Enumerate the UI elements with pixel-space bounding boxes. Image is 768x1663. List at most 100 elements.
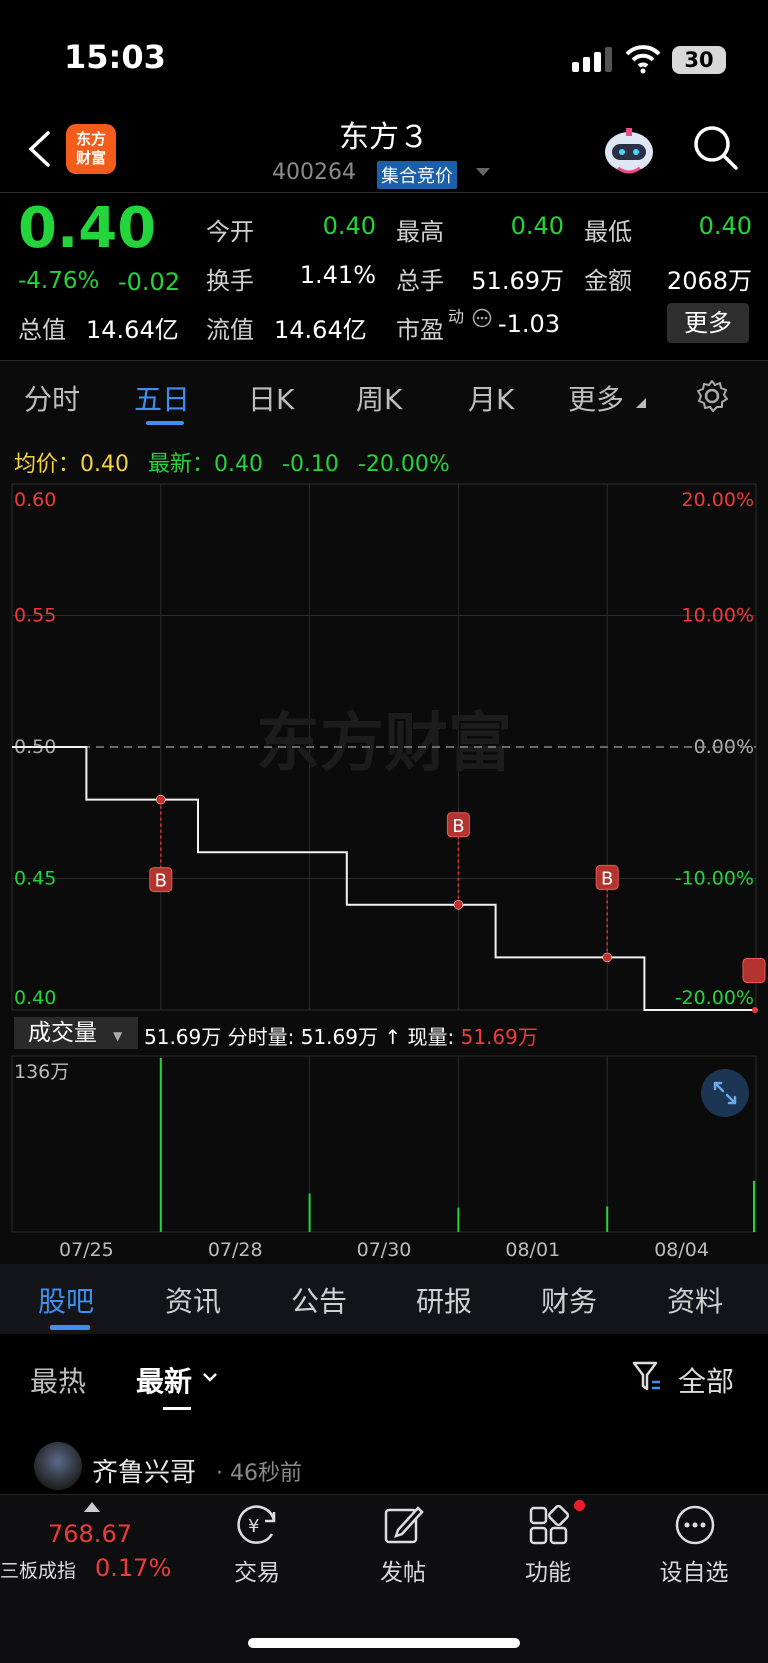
y-tick-label: 0.60 [14,489,56,511]
post-time-value: 46秒前 [230,1461,302,1486]
low-label: 最低 [584,218,632,246]
volume-label: 总手 [396,267,444,295]
post-time: · 46秒前 [216,1461,302,1486]
tab-profile[interactable]: 资料 [667,1280,723,1320]
chevron-down-icon[interactable] [202,1372,218,1382]
turnover-label: 换手 [206,267,254,295]
dropdown-icon[interactable] [476,168,490,177]
x-tick-label: 08/01 [505,1239,560,1261]
notification-dot [574,1500,585,1511]
more-button[interactable]: 更多 [667,303,749,343]
total-value-label: 总值 [18,316,66,344]
buy-marker-label: B [155,871,167,892]
latest-label: 最新： [148,452,215,477]
tab-guba[interactable]: 股吧 [38,1280,94,1320]
search-icon[interactable] [692,124,740,172]
tab-five-day[interactable]: 五日 [134,378,190,418]
buy-marker-badge-edge [742,958,766,984]
total-value: 14.64亿 [86,316,179,344]
x-tick-label: 08/04 [654,1239,709,1261]
subtab-indicator [163,1407,191,1410]
change-percent: -4.76% [18,268,100,294]
tab-weekly-k[interactable]: 周K [356,378,402,418]
tab-monthly-k[interactable]: 月K [468,378,514,418]
price-chart[interactable]: 0.60 20.00%0.55 10.00%0.50 0.00%0.45 -10.00%… [0,480,768,1020]
turnover-value: 1.41% [299,261,376,289]
high-label: 最高 [396,218,444,246]
amount-value: 2068万 [666,267,752,295]
pe-label: 市盈 [396,316,444,344]
tab-news[interactable]: 资讯 [165,1280,221,1320]
marker-point [602,952,612,963]
volume-summary: 51.69万 分时量: 51.69万 ↑ 现量: 51.69万 [144,1025,538,1049]
trade-label[interactable]: 交易 [197,1553,317,1587]
more-info-icon[interactable] [472,308,492,328]
tab-intraday[interactable]: 分时 [24,378,80,418]
avg-value: 0.40 [80,452,129,477]
marker-point [453,900,464,910]
tab-finance[interactable]: 财务 [541,1280,597,1320]
y-right-label: 20.00% [682,489,754,511]
tab-research[interactable]: 研报 [416,1280,472,1320]
robot-assistant-icon[interactable] [600,124,658,176]
svg-text:¥: ¥ [248,1516,259,1537]
volume-value: 51.69万 [471,267,564,295]
fen-volume-value: 51.69万 [300,1025,378,1049]
volume-frame [11,1055,757,1233]
tab-more[interactable]: 更多 [568,378,624,418]
tab-daily-k[interactable]: 日K [248,378,294,418]
x-tick-label: 07/28 [208,1239,263,1261]
latest-change: -0.10 [282,452,339,477]
now-volume-label: 现量: [407,1025,455,1049]
y-tick-label: 0.40 [14,987,56,1009]
functions-label[interactable]: 功能 [488,1553,608,1587]
high-value: 0.40 [510,212,564,240]
marker-point [156,794,166,805]
auction-badge: 集合竞价 [377,161,457,189]
open-label: 今开 [206,218,254,246]
latest-percent: -20.00% [357,452,450,477]
filter-all[interactable]: 全部 [678,1360,734,1400]
current-price: 0.40 [18,196,157,261]
index-percent: 0.17% [95,1554,172,1582]
price-end-dot [752,1007,758,1013]
stock-code: 400264 [272,160,356,185]
volume-indicator-select[interactable]: 成交量 ▼ [14,1017,138,1049]
volume-max-label: 136万 [14,1061,69,1083]
amount-label: 金额 [584,267,632,295]
home-indicator [248,1638,520,1648]
x-tick-label: 07/25 [59,1239,114,1261]
expand-icon[interactable] [700,1068,750,1118]
signal-bar-2 [583,57,590,72]
tab-announcements[interactable]: 公告 [291,1280,347,1320]
buy-marker-label: B [452,816,464,837]
gear-icon[interactable] [694,378,730,414]
subtab-hottest[interactable]: 最热 [30,1360,86,1400]
watermark: 东方财富 [256,707,512,781]
subtab-latest[interactable]: 最新 [136,1360,192,1400]
fen-volume-label: 分时量: [227,1025,295,1049]
volume-indicator-label: 成交量 [28,1020,97,1046]
functions-icon[interactable] [528,1504,572,1546]
post-label[interactable]: 发帖 [343,1553,463,1587]
watchlist-label[interactable]: 设自选 [634,1553,754,1587]
content-tab-indicator [50,1325,90,1330]
y-tick-label: 0.45 [14,868,56,890]
post-edit-icon[interactable] [382,1504,424,1546]
y-right-label: 10.00% [682,605,754,627]
more-options-icon[interactable] [674,1504,716,1546]
index-value[interactable]: 768.67 [48,1520,132,1548]
volume-chart[interactable]: 136万 07/25 07/28 07/30 08/01 08/04 [0,1052,768,1264]
avg-label: 均价： [14,452,81,477]
index-name[interactable]: 三板成指 [0,1556,76,1583]
filter-icon[interactable] [632,1360,662,1392]
trade-icon[interactable]: ¥ [234,1504,280,1546]
post-username[interactable]: 齐鲁兴哥 [92,1452,196,1489]
chart-header: 均价：0.40 最新：0.40 -0.10 -20.00% [14,446,450,478]
avatar[interactable] [34,1442,82,1490]
change-value: -0.02 [118,268,181,296]
pe-dynamic-label: 动 [448,307,465,326]
more-triangle-icon [636,398,646,408]
signal-bar-4 [605,47,612,72]
now-volume-value: 51.69万 [460,1025,538,1049]
